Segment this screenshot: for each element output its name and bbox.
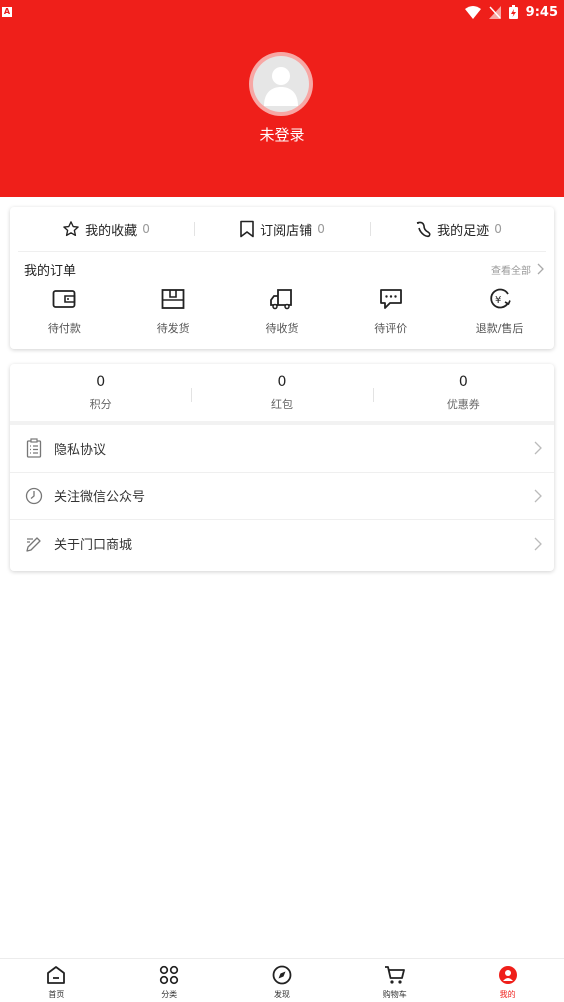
order-pending-review-label: 待评价 [374,322,408,335]
svg-text:¥: ¥ [495,295,501,306]
battery-icon [508,5,518,19]
coupon-stat[interactable]: 0 优惠券 [372,373,554,412]
tab-mine[interactable]: 我的 [451,959,564,1002]
privacy-policy-label: 隐私协议 [54,442,107,458]
footprints-count: 0 [494,222,502,236]
chevron-right-icon [534,489,542,503]
tab-mine-label: 我的 [499,990,516,999]
clock-icon [24,487,44,505]
status-bar: A 9:45 [0,0,564,24]
footprint-icon [414,220,432,238]
points-value: 0 [96,373,106,390]
follow-wechat-label: 关注微信公众号 [54,490,146,506]
clipboard-icon [24,438,44,458]
order-pending-review[interactable]: 待评价 [336,286,445,336]
favorites-count: 0 [142,222,150,236]
wallet-icon [52,286,76,312]
wifi-icon [464,5,481,19]
order-pending-shipment[interactable]: 待发货 [119,286,228,336]
tab-cart[interactable]: 购物车 [338,959,451,1002]
points-label: 积分 [89,397,112,411]
bottom-tab-bar: 首页 分类 发现 购物车 我的 [0,958,564,1002]
order-pending-shipment-label: 待发货 [156,322,190,335]
orders-title: 我的订单 [24,263,77,279]
subscribed-shops-label: 订阅店铺 [260,223,313,239]
chevron-right-icon [534,441,542,455]
subscribed-shops-link[interactable]: 订阅店铺 0 [194,220,370,239]
profile-header: 未登录 [0,0,564,197]
truck-icon [269,286,295,312]
account-card: 0 积分 0 红包 0 优惠券 隐私协议 关注微信公众号 关于门口商城 [10,364,554,571]
tab-discover[interactable]: 发现 [226,959,339,1002]
view-all-label: 查看全部 [491,265,531,277]
tab-discover-label: 发现 [273,990,290,999]
clock-time: 9:45 [525,4,558,20]
points-stat[interactable]: 0 积分 [10,374,191,412]
about-mall-item[interactable]: 关于门口商城 [10,520,554,568]
profile-icon [498,964,518,986]
footprints-label: 我的足迹 [437,223,490,239]
about-mall-label: 关于门口商城 [54,538,133,554]
view-all-orders-link[interactable]: 查看全部 [491,262,544,277]
orders-header: 我的订单 查看全部 [10,252,554,286]
comment-icon [379,286,403,312]
quick-links: 我的收藏 0 订阅店铺 0 我的足迹 0 [18,207,546,252]
footprints-link[interactable]: 我的足迹 0 [370,220,546,239]
stats-row: 0 积分 0 红包 0 优惠券 [10,364,554,425]
red-packet-label: 红包 [270,397,293,411]
login-status[interactable]: 未登录 [0,124,564,145]
grid-icon [159,964,179,986]
compass-icon [272,964,292,986]
favorites-link[interactable]: 我的收藏 0 [18,220,194,239]
red-packet-value: 0 [277,373,287,390]
tab-cart-label: 购物车 [382,990,407,999]
tab-home[interactable]: 首页 [0,959,113,1002]
order-pending-receipt[interactable]: 待收货 [228,286,337,336]
coupon-value: 0 [458,373,468,390]
user-silhouette-icon [264,67,298,106]
chevron-right-icon [537,263,544,275]
tab-home-label: 首页 [48,990,65,999]
orders-card: 我的收藏 0 订阅店铺 0 我的足迹 0 我的订单 查看全部 待付款 待发货 待… [10,207,554,349]
refund-icon: ¥ [488,286,512,312]
follow-wechat-item[interactable]: 关注微信公众号 [10,473,554,520]
order-refund-aftersale[interactable]: ¥ 退款/售后 [445,286,554,336]
favorites-label: 我的收藏 [85,223,138,239]
avatar[interactable] [249,52,313,116]
home-icon [46,964,66,986]
order-pending-payment-label: 待付款 [47,322,81,335]
edit-icon [24,535,44,553]
cart-icon [384,964,406,986]
tab-category[interactable]: 分类 [113,959,226,1002]
order-status-row: 待付款 待发货 待收货 待评价 ¥ 退款/售后 [10,286,554,336]
notification-icon: A [2,7,12,17]
coupon-label: 优惠券 [446,397,480,411]
privacy-policy-item[interactable]: 隐私协议 [10,425,554,473]
package-icon [161,286,185,312]
order-pending-payment[interactable]: 待付款 [10,286,119,336]
red-packet-stat[interactable]: 0 红包 [191,374,372,412]
tab-category-label: 分类 [161,990,178,999]
bookmark-icon [239,220,255,238]
subscribed-shops-count: 0 [317,222,325,236]
chevron-right-icon [534,537,542,551]
order-pending-receipt-label: 待收货 [265,322,299,335]
no-signal-icon [488,5,501,19]
star-icon [62,220,80,238]
order-refund-aftersale-label: 退款/售后 [475,322,524,335]
